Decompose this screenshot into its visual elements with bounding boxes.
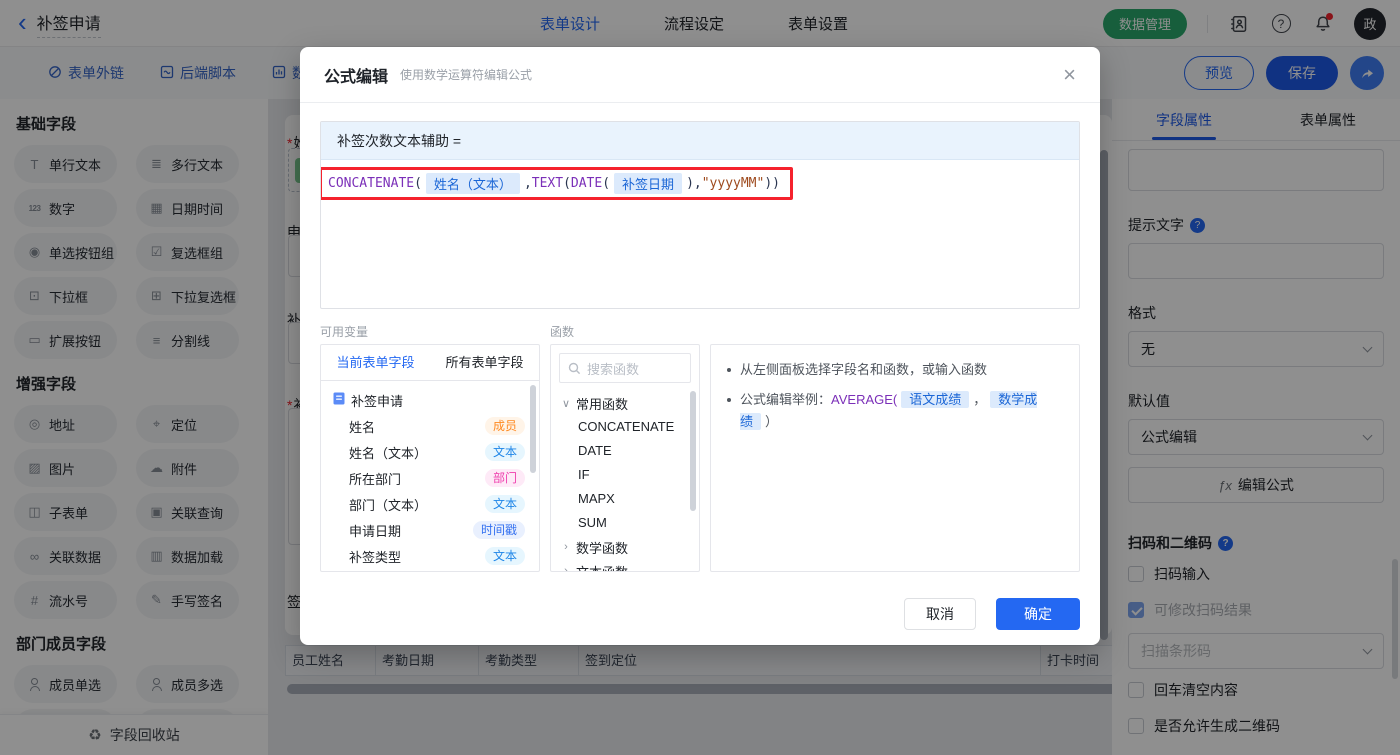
- modal-header: 公式编辑 使用数学运算符编辑公式 ×: [300, 47, 1100, 103]
- formula-editor[interactable]: 补签次数文本辅助 = CONCATENATE(姓名（文本） , TEXT(DATE…: [320, 121, 1080, 309]
- modal-lower-section: 可用变量 当前表单字段 所有表单字段 补签申请 姓名 成员 姓名（文本） 文本 所在部门部…: [320, 323, 1080, 572]
- form-doc-icon: [333, 392, 345, 405]
- variable-name: 部门（文本）: [349, 497, 428, 513]
- formula-token: ，: [973, 392, 987, 407]
- hint-panel: 从左侧面板选择字段名和函数，或输入函数 公式编辑举例：AVERAGE(语文成绩，…: [710, 344, 1080, 572]
- hint-line-2: 公式编辑举例：AVERAGE(语文成绩，数学成绩）: [727, 389, 1063, 433]
- variables-list: 补签申请 姓名 成员 姓名（文本） 文本 所在部门 部门 部门（文本） 文本 申请日期 时间戳 补签类…: [321, 387, 539, 571]
- variable-type-badge: 部门: [484, 469, 525, 487]
- variable-row[interactable]: 姓名（文本） 文本: [321, 439, 539, 465]
- modal-footer: 取消 确定: [300, 583, 1100, 645]
- formula-token: (: [602, 176, 611, 191]
- close-icon[interactable]: ×: [1063, 63, 1076, 86]
- function-group[interactable]: ∨ 常用函数: [551, 391, 699, 415]
- search-icon: [568, 362, 581, 374]
- functions-column: 函数 搜索函数 ∨ 常用函数 CONCATENATE DATE IF MAPX SUM › 数学…: [550, 323, 700, 572]
- function-item[interactable]: CONCATENATE: [551, 415, 699, 439]
- cancel-button[interactable]: 取消: [904, 598, 976, 630]
- confirm-button[interactable]: 确定: [996, 598, 1080, 630]
- variables-label: 可用变量: [320, 325, 369, 339]
- formula-editor-body[interactable]: CONCATENATE(姓名（文本） , TEXT(DATE(补签日期), "yyy…: [321, 160, 1079, 200]
- function-group-label: 文本函数: [576, 564, 629, 572]
- field-chip[interactable]: 语文成绩: [901, 391, 970, 408]
- chevron-right-icon: ›: [564, 565, 568, 572]
- formula-token: ,: [523, 176, 532, 191]
- variables-root: 补签申请: [321, 387, 539, 413]
- variable-name: 姓名: [349, 419, 376, 435]
- formula-token: "yyyyMM": [701, 176, 765, 191]
- variable-name: 姓名（文本）: [349, 445, 428, 461]
- function-item[interactable]: DATE: [551, 439, 699, 463]
- variable-type-badge: 文本: [484, 495, 525, 513]
- function-group[interactable]: › 文本函数: [551, 559, 699, 572]
- variables-root-label: 补签申请: [351, 393, 404, 409]
- formula-token: (: [563, 176, 571, 191]
- functions-tree: ∨ 常用函数 CONCATENATE DATE IF MAPX SUM › 数学函数 › 文本函数: [551, 391, 699, 572]
- variable-row[interactable]: 所在部门 部门: [321, 465, 539, 491]
- variable-row[interactable]: 文本: [321, 569, 539, 571]
- variable-type-badge: 文本: [484, 547, 525, 565]
- functions-scrollbar[interactable]: [690, 391, 696, 511]
- function-item[interactable]: MAPX: [551, 487, 699, 511]
- variable-name: 申请日期: [349, 523, 402, 539]
- bullet-icon: [727, 368, 731, 372]
- app-root: ‹ 补签申请 表单设计流程设定表单设置 数据管理 政: [0, 0, 1400, 755]
- function-group-label: 数学函数: [576, 540, 629, 556]
- variables-panel: 当前表单字段 所有表单字段 补签申请 姓名 成员 姓名（文本） 文本 所在部门 部门 部门（文…: [320, 344, 540, 572]
- hint-label-spacer: [710, 323, 1080, 338]
- variable-type-badge: 文本: [484, 443, 525, 461]
- function-item[interactable]: SUM: [551, 511, 699, 535]
- chevron-down-icon: ∨: [561, 397, 571, 410]
- variable-name: 补签类型: [349, 549, 402, 565]
- field-chip[interactable]: 补签日期: [614, 173, 683, 194]
- variable-type-badge: 时间戳: [472, 521, 525, 539]
- form-doc-icon: [333, 392, 345, 408]
- variable-type-badge: 成员: [484, 417, 525, 435]
- functions-panel: 搜索函数 ∨ 常用函数 CONCATENATE DATE IF MAPX SUM › 数学函数 ›…: [550, 344, 700, 572]
- formula-token: 公式编辑举例：: [740, 392, 832, 407]
- modal-subtitle: 使用数学运算符编辑公式: [400, 68, 533, 82]
- function-group[interactable]: › 数学函数: [551, 535, 699, 559]
- modal-title: 公式编辑: [324, 68, 389, 86]
- formula-token: ）: [765, 414, 779, 429]
- formula-expression[interactable]: CONCATENATE(姓名（文本） , TEXT(DATE(补签日期), "yyy…: [321, 167, 793, 200]
- formula-token: )): [764, 176, 780, 191]
- field-chip[interactable]: 姓名（文本）: [425, 173, 520, 194]
- formula-token: DATE: [570, 176, 603, 191]
- formula-token: AVERAGE(: [831, 392, 898, 407]
- formula-token: CONCATENATE: [328, 176, 415, 191]
- formula-token: TEXT: [531, 176, 564, 191]
- formula-token: (: [414, 176, 422, 191]
- variables-tabs: 当前表单字段 所有表单字段: [321, 345, 539, 381]
- hint-line-1: 从左侧面板选择字段名和函数，或输入函数: [727, 359, 1063, 381]
- formula-token: ),: [686, 176, 702, 191]
- modal-body: 补签次数文本辅助 = CONCATENATE(姓名（文本） , TEXT(DATE…: [300, 103, 1100, 572]
- variables-scrollbar[interactable]: [530, 385, 536, 473]
- tab-current-form-fields[interactable]: 当前表单字段: [321, 345, 430, 380]
- hint-column: 从左侧面板选择字段名和函数，或输入函数 公式编辑举例：AVERAGE(语文成绩，…: [710, 323, 1080, 572]
- variable-row[interactable]: 补签类型 文本: [321, 543, 539, 569]
- function-search-input[interactable]: 搜索函数: [559, 353, 691, 383]
- chevron-right-icon: ›: [564, 541, 568, 553]
- function-group-label: 常用函数: [576, 396, 629, 412]
- variables-column: 可用变量 当前表单字段 所有表单字段 补签申请 姓名 成员 姓名（文本） 文本 所在部门部…: [320, 323, 540, 572]
- bullet-icon: [727, 398, 731, 402]
- formula-target-field: 补签次数文本辅助 =: [321, 122, 1079, 160]
- variable-row[interactable]: 部门（文本） 文本: [321, 491, 539, 517]
- variable-row[interactable]: 申请日期 时间戳: [321, 517, 539, 543]
- functions-label: 函数: [550, 325, 575, 339]
- function-item[interactable]: IF: [551, 463, 699, 487]
- variable-name: 所在部门: [349, 471, 402, 487]
- search-placeholder: 搜索函数: [587, 361, 640, 377]
- variable-row[interactable]: 姓名 成员: [321, 413, 539, 439]
- formula-edit-modal: 公式编辑 使用数学运算符编辑公式 × 补签次数文本辅助 = CONCATENAT…: [300, 47, 1100, 645]
- tab-all-form-fields[interactable]: 所有表单字段: [430, 345, 539, 380]
